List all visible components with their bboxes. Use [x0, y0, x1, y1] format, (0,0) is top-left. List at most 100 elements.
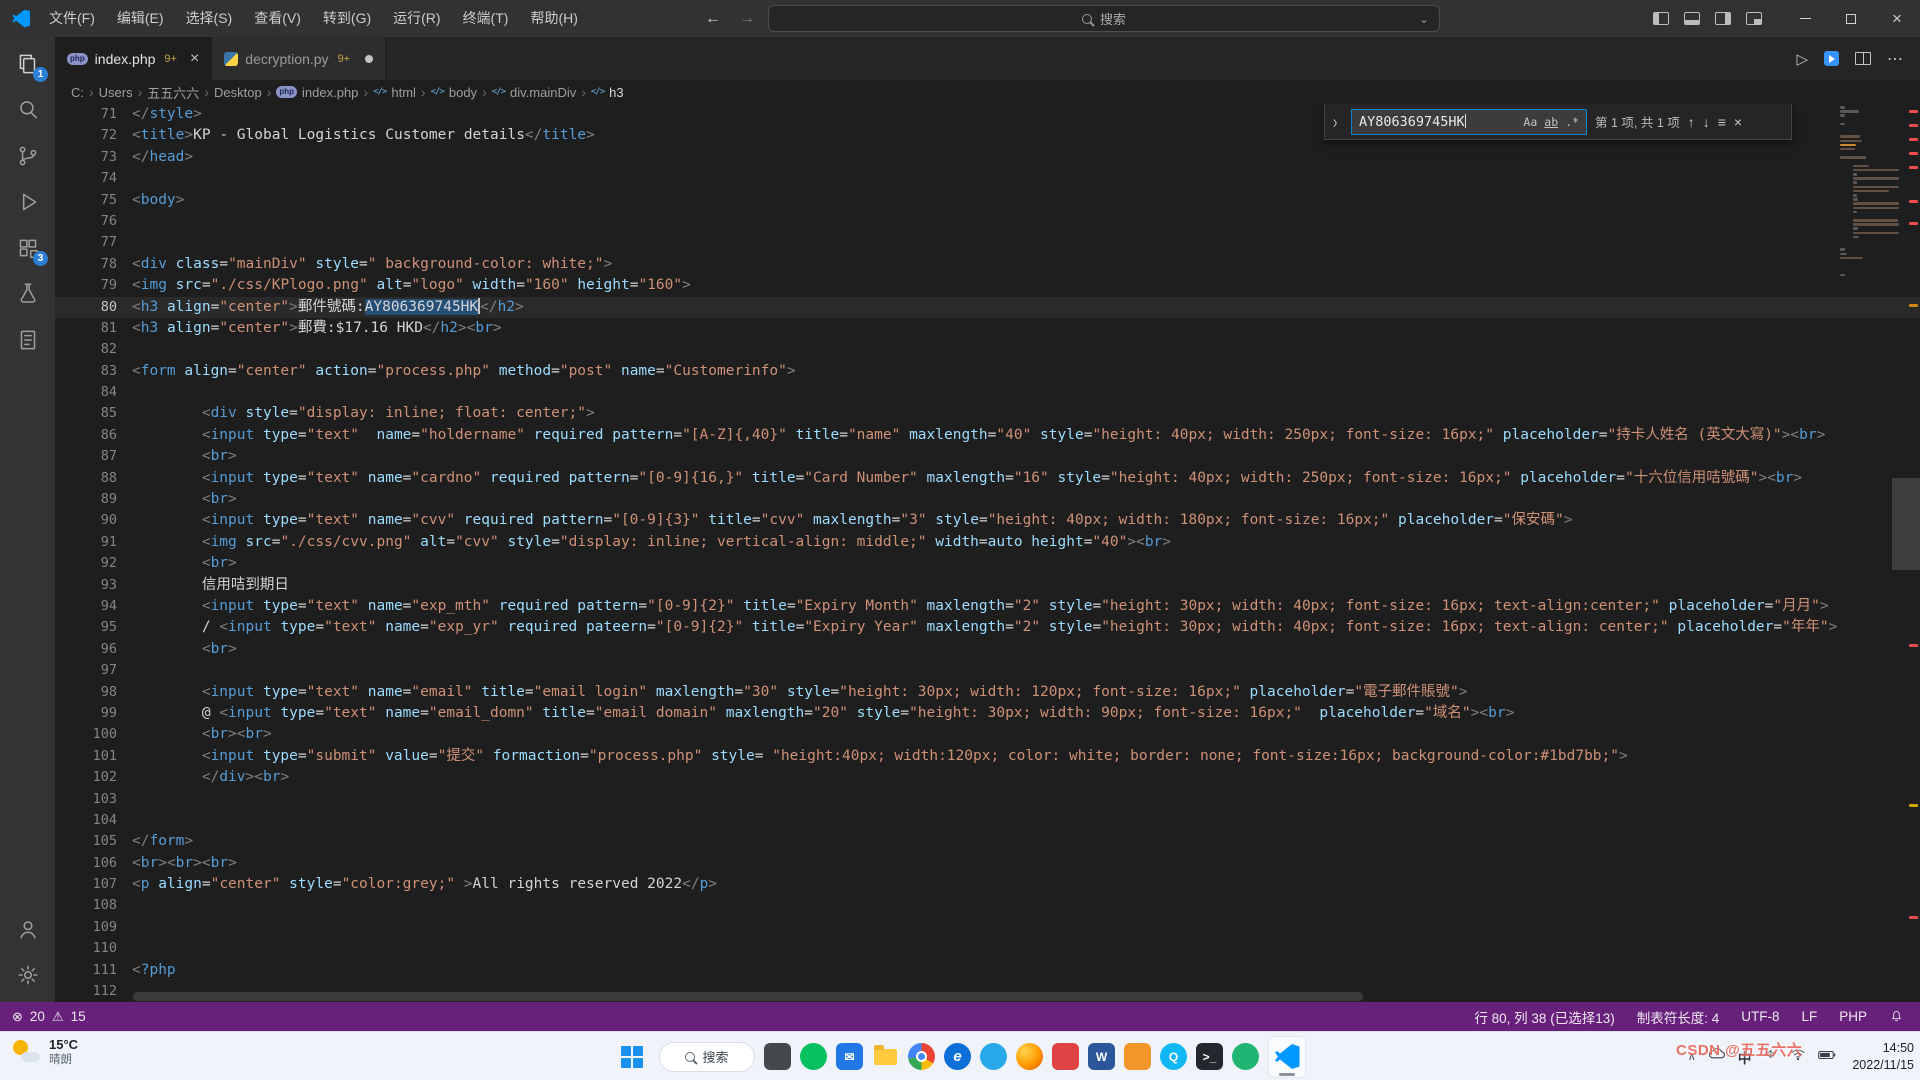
breadcrumb-item[interactable]: C:	[71, 85, 84, 100]
chrome-icon[interactable]	[908, 1043, 935, 1070]
app-red-icon[interactable]	[1052, 1043, 1079, 1070]
menu-item[interactable]: 运行(R)	[382, 0, 451, 37]
code-line[interactable]: 91 <img src="./css/cvv.png" alt="cvv" st…	[55, 532, 1920, 553]
code-line[interactable]: 90 <input type="text" name="cvv" require…	[55, 510, 1920, 531]
code-line[interactable]: 104	[55, 810, 1920, 831]
breadcrumb-item[interactable]: Users	[99, 85, 133, 100]
code-line[interactable]: 102 </div><br>	[55, 767, 1920, 788]
code-line[interactable]: 93 信用咭到期日	[55, 575, 1920, 596]
tab-index.php[interactable]: phpindex.php9+×	[55, 37, 212, 80]
code-line[interactable]: 92 <br>	[55, 553, 1920, 574]
close-button[interactable]: ×	[1874, 0, 1920, 37]
menu-item[interactable]: 终端(T)	[452, 0, 520, 37]
qq-icon[interactable]: Q	[1160, 1043, 1187, 1070]
app-green-icon[interactable]	[1232, 1043, 1259, 1070]
minimap[interactable]	[1838, 106, 1890, 282]
account-icon[interactable]	[0, 906, 55, 952]
code-line[interactable]: 108	[55, 895, 1920, 916]
testing-icon[interactable]	[0, 271, 55, 317]
battery-icon[interactable]	[1818, 1048, 1836, 1066]
find-input[interactable]: AY806369745HK Aa ab .*	[1351, 109, 1587, 135]
code-line[interactable]: 107<p align="center" style="color:grey;"…	[55, 874, 1920, 895]
close-find-button[interactable]: ×	[1734, 114, 1742, 130]
code-line[interactable]: 83<form align="center" action="process.p…	[55, 361, 1920, 382]
code-line[interactable]: 101 <input type="submit" value="提交" form…	[55, 746, 1920, 767]
code-line[interactable]: 111<?php	[55, 960, 1920, 981]
code-line[interactable]: 100 <br><br>	[55, 724, 1920, 745]
code-line[interactable]: 80<h3 align="center">郵件號碼:AY806369745HK<…	[55, 297, 1920, 318]
encoding-status[interactable]: UTF-8	[1741, 1009, 1779, 1024]
code-line[interactable]: 77	[55, 232, 1920, 253]
code-line[interactable]: 105</form>	[55, 831, 1920, 852]
app-orange-icon[interactable]	[1124, 1043, 1151, 1070]
breadcrumb-item[interactable]: </>h3	[591, 85, 624, 100]
breadcrumb-item[interactable]: </>html	[373, 85, 416, 100]
menu-item[interactable]: 文件(F)	[38, 0, 106, 37]
edge-icon[interactable]: e	[944, 1043, 971, 1070]
clock[interactable]: 14:50 2022/11/15	[1852, 1040, 1914, 1074]
vertical-scrollbar[interactable]	[1892, 478, 1920, 570]
code-line[interactable]: 98 <input type="text" name="email" title…	[55, 682, 1920, 703]
whole-word-button[interactable]: ab	[1544, 115, 1558, 129]
code-line[interactable]: 88 <input type="text" name="cardno" requ…	[55, 468, 1920, 489]
app-blue-icon[interactable]	[980, 1043, 1007, 1070]
code-line[interactable]: 84	[55, 382, 1920, 403]
menu-item[interactable]: 帮助(H)	[519, 0, 588, 37]
code-line[interactable]: 76	[55, 211, 1920, 232]
wechat-icon[interactable]	[800, 1043, 827, 1070]
code-line[interactable]: 86 <input type="text" name="holdername" …	[55, 425, 1920, 446]
source-control-icon[interactable]	[0, 133, 55, 179]
vscode-icon[interactable]	[1268, 1036, 1306, 1078]
toggle-secondary-sidebar-button[interactable]	[1715, 12, 1731, 25]
breadcrumb-item[interactable]: 五五六六	[147, 83, 199, 102]
notifications-bell-icon[interactable]	[1889, 1008, 1904, 1026]
notebook-icon[interactable]	[0, 317, 55, 363]
find-in-selection-button[interactable]: ≡	[1718, 114, 1726, 130]
horizontal-scrollbar[interactable]	[133, 992, 1363, 1001]
breadcrumb-item[interactable]: </>body	[431, 85, 477, 100]
cursor-position-status[interactable]: 行 80, 列 38 (已选择13)	[1474, 1007, 1614, 1027]
next-match-button[interactable]: ↓	[1703, 114, 1710, 130]
toggle-panel-button[interactable]	[1684, 12, 1700, 25]
breadcrumb-item[interactable]: Desktop	[214, 85, 262, 100]
toggle-sidebar-button[interactable]	[1653, 12, 1669, 25]
match-case-button[interactable]: Aa	[1523, 115, 1537, 129]
code-line[interactable]: 103	[55, 789, 1920, 810]
code-line[interactable]: 109	[55, 917, 1920, 938]
tab-decryption.py[interactable]: decryption.py9+	[212, 37, 386, 80]
code-editor[interactable]: 71</style>72<title>KP - Global Logistics…	[55, 104, 1920, 1002]
open-preview-button[interactable]	[1824, 51, 1839, 66]
breadcrumb-item[interactable]: phpindex.php	[276, 85, 358, 100]
indentation-status[interactable]: 制表符长度: 4	[1637, 1007, 1720, 1027]
code-line[interactable]: 94 <input type="text" name="exp_mth" req…	[55, 596, 1920, 617]
weather-widget[interactable]: 15°C 晴朗	[12, 1037, 78, 1068]
run-button[interactable]: ▷	[1796, 50, 1808, 68]
settings-icon[interactable]	[0, 952, 55, 998]
code-line[interactable]: 89 <br>	[55, 489, 1920, 510]
command-center-search[interactable]: 搜索 ⌄	[768, 5, 1440, 32]
more-actions-button[interactable]: ⋯	[1887, 49, 1904, 69]
code-line[interactable]: 106<br><br><br>	[55, 853, 1920, 874]
menu-item[interactable]: 转到(G)	[312, 0, 382, 37]
breadcrumb-item[interactable]: </>div.mainDiv	[492, 85, 576, 100]
back-button[interactable]: ←	[705, 10, 721, 28]
code-line[interactable]: 99 @ <input type="text" name="email_domn…	[55, 703, 1920, 724]
code-line[interactable]: 97	[55, 660, 1920, 681]
menu-item[interactable]: 编辑(E)	[106, 0, 175, 37]
previous-match-button[interactable]: ↑	[1688, 114, 1695, 130]
word-icon[interactable]: W	[1088, 1043, 1115, 1070]
language-mode-status[interactable]: PHP	[1839, 1009, 1867, 1024]
regex-button[interactable]: .*	[1565, 115, 1579, 129]
file-explorer-icon[interactable]	[872, 1043, 899, 1070]
code-line[interactable]: 85 <div style="display: inline; float: c…	[55, 403, 1920, 424]
eol-status[interactable]: LF	[1801, 1009, 1817, 1024]
code-line[interactable]: 74	[55, 168, 1920, 189]
extensions-icon[interactable]: 3	[0, 225, 55, 271]
code-line[interactable]: 79<img src="./css/KPlogo.png" alt="logo"…	[55, 275, 1920, 296]
maximize-button[interactable]	[1828, 0, 1874, 37]
mail-icon[interactable]: ✉	[836, 1043, 863, 1070]
code-line[interactable]: 95 / <input type="text" name="exp_yr" re…	[55, 617, 1920, 638]
menu-item[interactable]: 查看(V)	[243, 0, 312, 37]
code-line[interactable]: 96 <br>	[55, 639, 1920, 660]
code-line[interactable]: 73</head>	[55, 147, 1920, 168]
